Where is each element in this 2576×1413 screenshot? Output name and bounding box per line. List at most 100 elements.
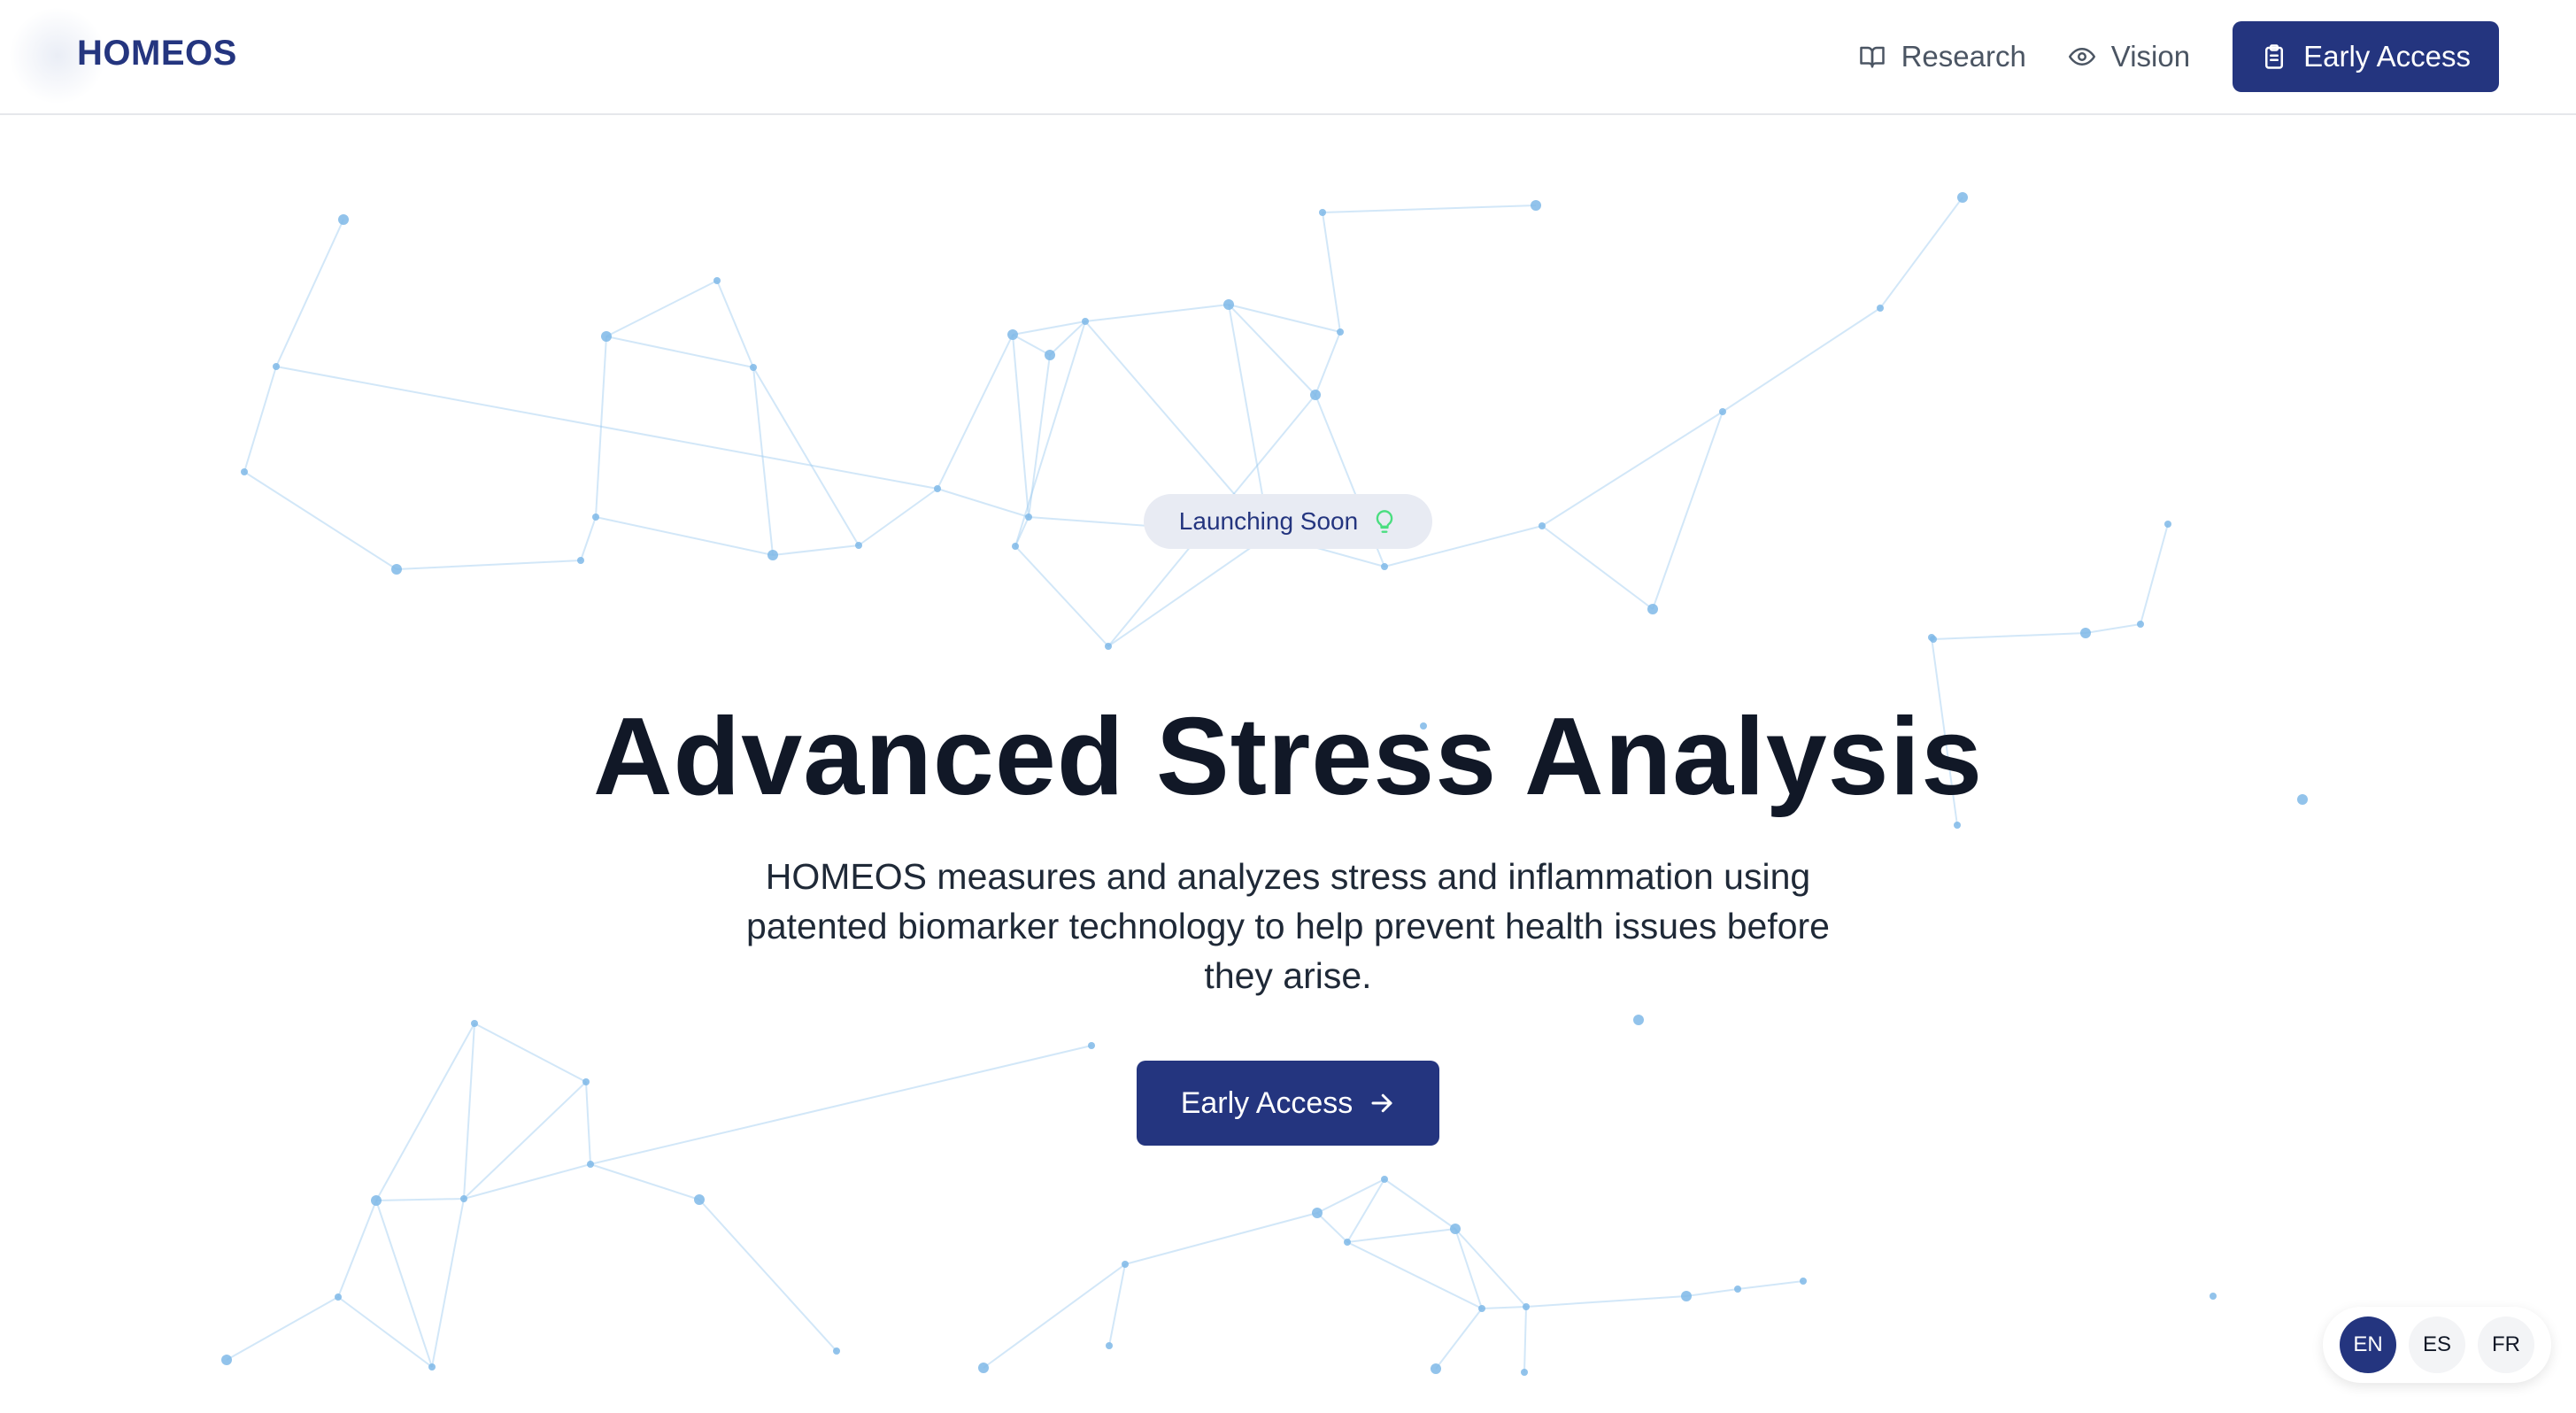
network-node (1122, 1261, 1129, 1268)
network-edge (1525, 1295, 1687, 1308)
page: HOMEOS Research Vision Early Access Laun… (0, 0, 2576, 1413)
network-node (1082, 318, 1089, 325)
network-edge (396, 560, 582, 570)
book-open-icon (1859, 43, 1886, 70)
network-edge (375, 1198, 465, 1201)
network-node (1719, 408, 1726, 415)
network-edge (1737, 1280, 1804, 1290)
network-node (1431, 1363, 1441, 1374)
network-node (577, 557, 584, 564)
network-node (1381, 563, 1388, 570)
hero-subtitle: HOMEOS measures and analyzes stress and … (746, 856, 1830, 996)
nav-link-label: Research (1901, 40, 2026, 73)
network-edge (772, 544, 860, 556)
network-edge (275, 366, 938, 490)
network-node (1223, 299, 1234, 310)
network-edge (605, 280, 718, 337)
network-edge (1652, 411, 1724, 610)
network-node (1930, 636, 1937, 643)
network-node (767, 550, 778, 560)
network-edge (1107, 534, 1270, 647)
nav-link-research[interactable]: Research (1859, 40, 2026, 73)
network-node (978, 1363, 989, 1373)
network-node (1539, 522, 1546, 529)
nav-link-label: Vision (2110, 40, 2191, 73)
network-node (1633, 1015, 1644, 1025)
network-edge (1523, 1306, 1527, 1373)
network-edge (937, 334, 1014, 490)
network-edge (1541, 411, 1724, 527)
network-edge (375, 1200, 433, 1368)
badge-label: Launching Soon (1178, 507, 1359, 535)
brand-logo[interactable]: HOMEOS (77, 34, 237, 73)
network-node (1106, 1342, 1113, 1349)
network-edge (1435, 1308, 1483, 1370)
hero-early-access-button[interactable]: Early Access (1137, 1061, 1439, 1146)
network-edge (337, 1200, 377, 1298)
network-node (460, 1195, 467, 1202)
network-edge (1012, 334, 1030, 518)
launching-soon-badge: Launching Soon (1144, 494, 1432, 549)
language-option-es[interactable]: ES (2409, 1316, 2465, 1373)
language-option-en[interactable]: EN (2340, 1316, 2396, 1373)
main-nav: Research Vision Early Access (1859, 21, 2499, 92)
network-edge (1322, 205, 1537, 213)
network-node (273, 363, 280, 370)
network-edge (1124, 1212, 1318, 1265)
network-node (1531, 200, 1541, 211)
network-node (1734, 1286, 1741, 1293)
network-node (1312, 1208, 1323, 1218)
network-node (582, 1078, 590, 1085)
network-edge (590, 1163, 700, 1201)
network-edge (1315, 331, 1341, 396)
network-node (1521, 1369, 1528, 1376)
network-node (1337, 328, 1344, 336)
network-node (1381, 1176, 1388, 1183)
network-node (1088, 1042, 1095, 1049)
network-edge (1685, 1288, 1739, 1297)
network-edge (1346, 1228, 1456, 1243)
network-node (1957, 192, 1968, 203)
network-edge (1541, 525, 1654, 610)
network-node (1647, 604, 1658, 614)
network-edge (463, 1023, 475, 1200)
network-node (1310, 390, 1321, 400)
language-option-fr[interactable]: FR (2478, 1316, 2534, 1373)
network-edge (431, 1198, 465, 1368)
network-node (471, 1020, 478, 1027)
network-node (1523, 1303, 1530, 1310)
network-node (713, 277, 721, 284)
network-edge (375, 1023, 475, 1201)
network-edge (226, 1296, 339, 1361)
network-edge (2085, 623, 2141, 634)
network-edge (1084, 304, 1230, 322)
network-edge (1932, 632, 2086, 640)
network-node (601, 331, 612, 342)
network-edge (1014, 545, 1109, 647)
network-edge (580, 516, 597, 561)
network-node (694, 1194, 705, 1205)
network-edge (595, 516, 774, 556)
nav-link-vision[interactable]: Vision (2068, 40, 2191, 73)
network-node (1954, 822, 1961, 829)
network-edge (1322, 212, 1341, 333)
header-early-access-label: Early Access (2303, 40, 2471, 73)
network-edge (590, 1045, 1092, 1165)
network-node (1478, 1305, 1485, 1312)
network-node (241, 468, 248, 475)
network-edge (1346, 1241, 1483, 1309)
hero-early-access-label: Early Access (1180, 1085, 1354, 1120)
network-node (428, 1363, 436, 1371)
network-edge (605, 336, 754, 368)
network-edge (716, 280, 754, 368)
clipboard-icon (2261, 43, 2287, 70)
network-node (1450, 1224, 1461, 1234)
network-node (1681, 1291, 1692, 1301)
network-node (587, 1161, 594, 1168)
header-early-access-button[interactable]: Early Access (2233, 21, 2499, 92)
network-node (833, 1347, 840, 1355)
network-edge (1454, 1228, 1527, 1308)
hero-title: Advanced Stress Analysis (592, 696, 1984, 818)
network-edge (585, 1081, 591, 1165)
network-node (371, 1195, 382, 1206)
